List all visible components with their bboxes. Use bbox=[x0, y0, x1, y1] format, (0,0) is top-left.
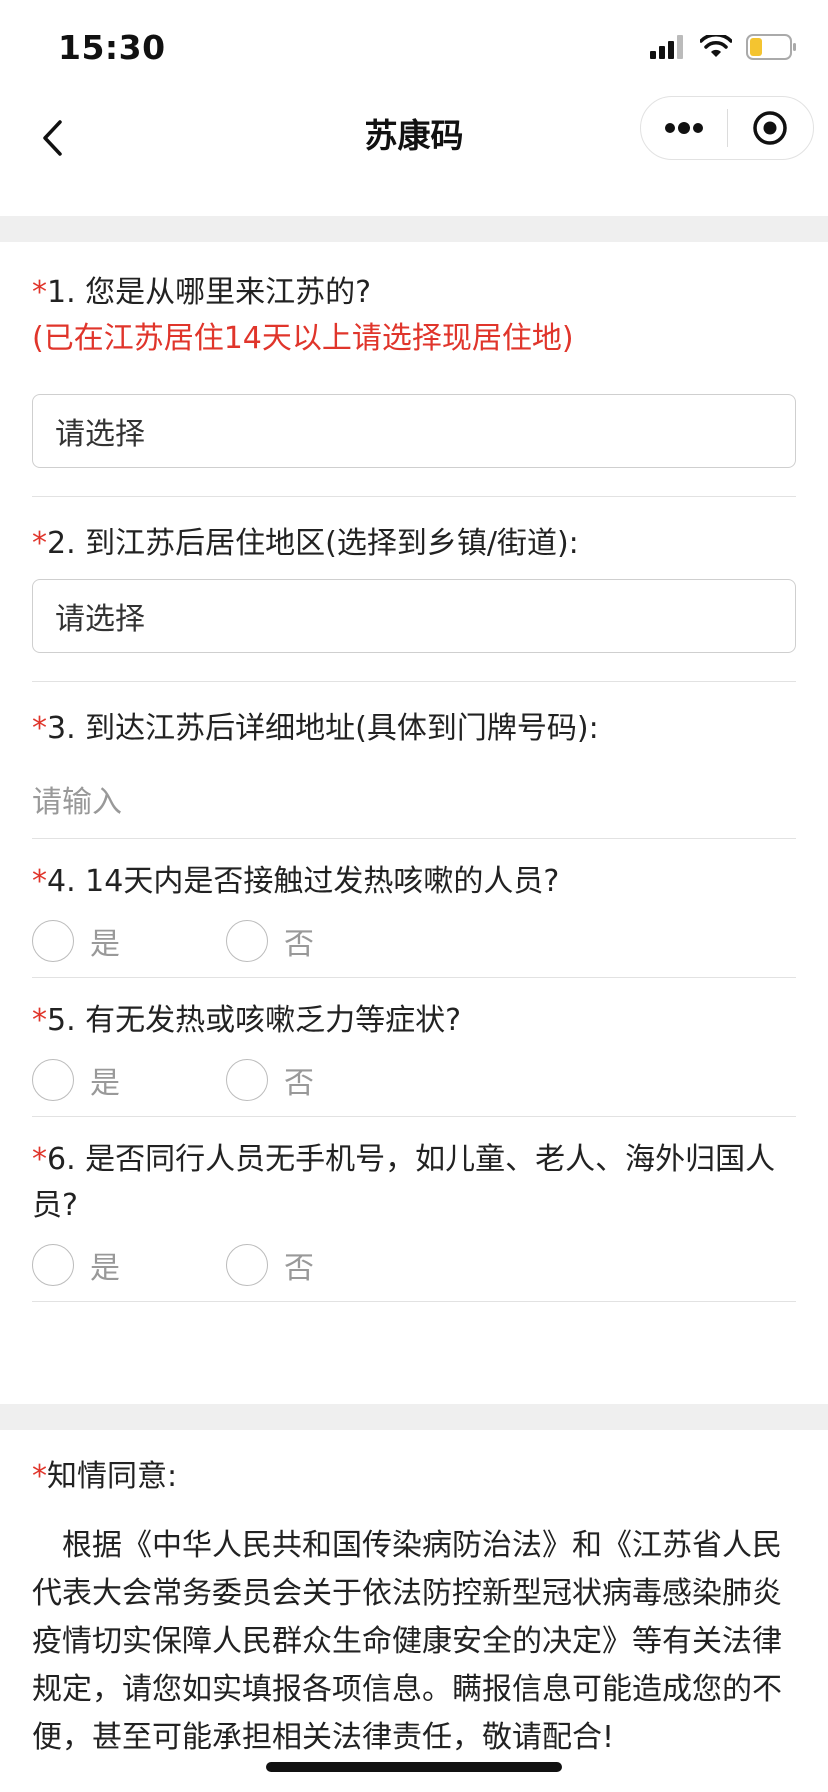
radio-label-yes: 是 bbox=[90, 1066, 120, 1101]
question-5: *5. 有无发热或咳嗽乏力等症状? 是 否 bbox=[32, 978, 796, 1117]
district-select-value: 请选择 bbox=[55, 602, 145, 637]
question-1-text: 1. 您是从哪里来江苏的? bbox=[47, 275, 372, 310]
question-4-label: *4. 14天内是否接触过发热咳嗽的人员? bbox=[32, 859, 796, 905]
question-1-note: (已在江苏居住14天以上请选择现居住地) bbox=[32, 321, 574, 356]
nav-bar: 苏康码 bbox=[0, 96, 828, 216]
question-6-text: 6. 是否同行人员无手机号，如儿童、老人、海外归国人员? bbox=[32, 1142, 776, 1223]
close-mini-program-icon bbox=[753, 111, 787, 145]
question-5-text: 5. 有无发热或咳嗽乏力等症状? bbox=[47, 1003, 462, 1038]
required-asterisk: * bbox=[32, 1003, 47, 1038]
consent-body: 根据《中华人民共和国传染病防治法》和《江苏省人民代表大会常务委员会关于依法防控新… bbox=[32, 1528, 782, 1755]
question-2-label: *2. 到江苏后居住地区(选择到乡镇/街道): bbox=[32, 521, 796, 567]
radio-label-yes: 是 bbox=[90, 927, 120, 962]
question-3-label: *3. 到达江苏后详细地址(具体到门牌号码): bbox=[32, 706, 796, 752]
health-form: *1. 您是从哪里来江苏的? (已在江苏居住14天以上请选择现居住地) 请选择 … bbox=[32, 242, 796, 1302]
origin-select[interactable]: 请选择 bbox=[32, 394, 796, 468]
question-3: *3. 到达江苏后详细地址(具体到门牌号码): bbox=[32, 682, 796, 839]
close-mini-program-button[interactable] bbox=[728, 96, 814, 160]
question-5-options: 是 否 bbox=[32, 1052, 796, 1108]
status-bar: 15:30 bbox=[0, 0, 828, 96]
radio-option-no[interactable]: 否 bbox=[226, 919, 420, 963]
radio-label-no: 否 bbox=[284, 927, 314, 962]
radio-option-yes[interactable]: 是 bbox=[32, 919, 226, 963]
required-asterisk: * bbox=[32, 526, 47, 561]
more-button[interactable] bbox=[641, 96, 727, 160]
divider bbox=[32, 1301, 796, 1302]
district-select[interactable]: 请选择 bbox=[32, 579, 796, 653]
origin-select-value: 请选择 bbox=[55, 417, 145, 452]
question-1-label: *1. 您是从哪里来江苏的? bbox=[32, 270, 796, 316]
question-2: *2. 到江苏后居住地区(选择到乡镇/街道): 请选择 bbox=[32, 497, 796, 682]
radio-label-no: 否 bbox=[284, 1251, 314, 1286]
consent-section: *知情同意: 根据《中华人民共和国传染病防治法》和《江苏省人民代表大会常务委员会… bbox=[32, 1454, 796, 1762]
address-input[interactable] bbox=[32, 778, 796, 826]
radio-label-no: 否 bbox=[284, 1066, 314, 1101]
radio-circle[interactable] bbox=[226, 1059, 268, 1101]
question-1: *1. 您是从哪里来江苏的? (已在江苏居住14天以上请选择现居住地) 请选择 bbox=[32, 242, 796, 497]
section-separator bbox=[0, 1404, 828, 1430]
consent-title-text: 知情同意: bbox=[47, 1459, 178, 1494]
section-separator bbox=[0, 216, 828, 242]
wifi-icon bbox=[700, 35, 732, 57]
question-2-text: 2. 到江苏后居住地区(选择到乡镇/街道): bbox=[47, 526, 579, 561]
home-indicator bbox=[266, 1762, 562, 1772]
radio-circle[interactable] bbox=[32, 920, 74, 962]
radio-circle[interactable] bbox=[226, 920, 268, 962]
question-6-options: 是 否 bbox=[32, 1237, 796, 1293]
radio-option-no[interactable]: 否 bbox=[226, 1243, 420, 1287]
more-dots-icon bbox=[664, 122, 703, 134]
radio-circle[interactable] bbox=[32, 1059, 74, 1101]
radio-circle[interactable] bbox=[226, 1244, 268, 1286]
required-asterisk: * bbox=[32, 711, 47, 746]
battery-icon bbox=[746, 34, 796, 60]
status-icons bbox=[650, 34, 798, 60]
radio-label-yes: 是 bbox=[90, 1251, 120, 1286]
question-4-text: 4. 14天内是否接触过发热咳嗽的人员? bbox=[47, 864, 560, 899]
radio-option-yes[interactable]: 是 bbox=[32, 1243, 226, 1287]
consent-title: *知情同意: bbox=[32, 1454, 796, 1500]
question-4-options: 是 否 bbox=[32, 913, 796, 969]
question-4: *4. 14天内是否接触过发热咳嗽的人员? 是 否 bbox=[32, 839, 796, 978]
signal-icon bbox=[650, 35, 683, 59]
radio-option-yes[interactable]: 是 bbox=[32, 1058, 226, 1102]
question-5-label: *5. 有无发热或咳嗽乏力等症状? bbox=[32, 998, 796, 1044]
question-6-label: *6. 是否同行人员无手机号，如儿童、老人、海外归国人员? bbox=[32, 1137, 796, 1229]
status-time: 15:30 bbox=[58, 28, 166, 67]
radio-circle[interactable] bbox=[32, 1244, 74, 1286]
required-asterisk: * bbox=[32, 275, 47, 310]
mini-program-capsule bbox=[640, 96, 814, 160]
required-asterisk: * bbox=[32, 1459, 47, 1494]
required-asterisk: * bbox=[32, 1142, 47, 1177]
question-3-text: 3. 到达江苏后详细地址(具体到门牌号码): bbox=[47, 711, 599, 746]
question-6: *6. 是否同行人员无手机号，如儿童、老人、海外归国人员? 是 否 bbox=[32, 1117, 796, 1302]
required-asterisk: * bbox=[32, 864, 47, 899]
radio-option-no[interactable]: 否 bbox=[226, 1058, 420, 1102]
